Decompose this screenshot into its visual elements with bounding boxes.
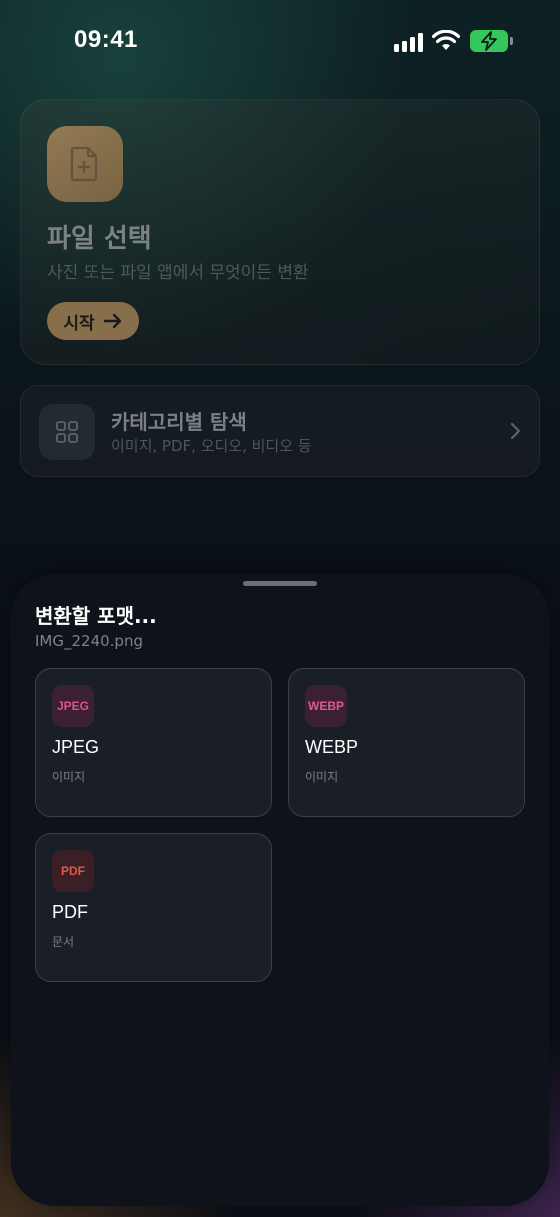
format-name: WEBP [305,737,359,757]
status-time: 09:41 [74,26,138,53]
format-option-jpeg[interactable]: JPEG JPEG 이미지 [35,668,272,817]
start-button[interactable]: 시작 [47,302,139,340]
sheet-grabber[interactable] [243,581,317,586]
format-name: PDF [52,902,88,922]
format-picker-sheet: 변환할 포맷... IMG_2240.png JPEG JPEG 이미지 WEB… [11,574,549,1206]
file-plus-icon [47,126,123,202]
format-name: JPEG [52,737,100,757]
battery-charging-icon [470,30,513,52]
wifi-icon [432,30,460,50]
format-option-pdf[interactable]: PDF PDF 문서 [35,833,272,982]
source-filename: IMG_2240.png [35,632,143,650]
category-title: 카테고리별 탐색 [111,410,247,434]
pdf-badge-icon: PDF [52,850,94,892]
browse-by-category-card[interactable]: 카테고리별 탐색 이미지, PDF, 오디오, 비디오 등 [20,385,540,477]
format-option-webp[interactable]: WEBP WEBP 이미지 [288,668,525,817]
arrow-right-icon [103,313,121,329]
select-file-subtitle: 사진 또는 파일 앱에서 무엇이든 변환 [47,263,309,283]
format-type: 이미지 [52,770,86,784]
format-type: 문서 [52,935,75,949]
format-type: 이미지 [305,770,339,784]
jpeg-badge-icon: JPEG [52,685,94,727]
select-file-card[interactable]: 파일 선택 사진 또는 파일 앱에서 무엇이든 변환 시작 [20,99,540,365]
sheet-title: 변환할 포맷... [35,604,157,628]
chevron-right-icon [510,422,521,440]
grid-icon [39,404,95,460]
select-file-title: 파일 선택 [47,224,152,254]
category-subtitle: 이미지, PDF, 오디오, 비디오 등 [111,437,312,455]
status-bar: 09:41 [0,0,560,84]
webp-badge-icon: WEBP [305,685,347,727]
start-button-label: 시작 [63,313,95,334]
cellular-signal-icon [394,32,424,52]
